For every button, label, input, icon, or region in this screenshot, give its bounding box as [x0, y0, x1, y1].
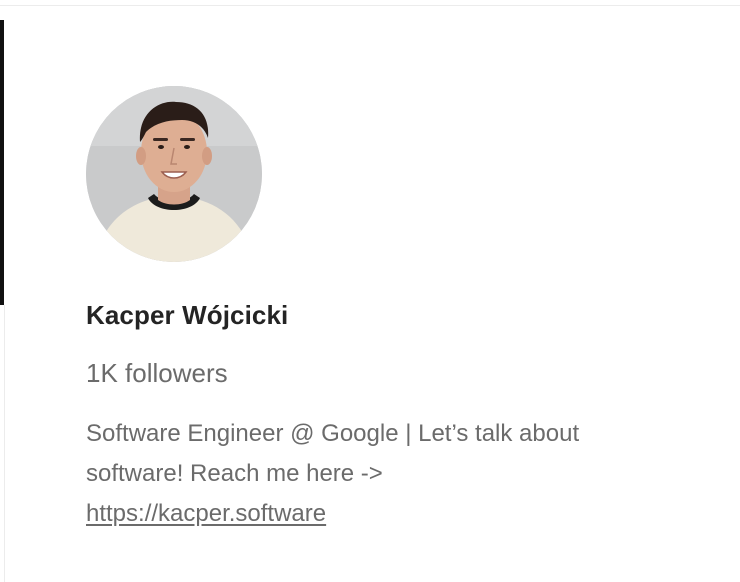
top-divider: [0, 5, 740, 6]
profile-bio: Software Engineer @ Google | Let’s talk …: [86, 414, 666, 534]
followers-count[interactable]: 1K followers: [86, 356, 686, 390]
profile-section: Kacper Wójcicki 1K followers Software En…: [86, 86, 686, 534]
bio-line-2: software! Reach me here ->: [86, 460, 383, 487]
profile-name[interactable]: Kacper Wójcicki: [86, 298, 686, 332]
bio-line-1: Software Engineer @ Google | Let’s talk …: [86, 420, 580, 447]
website-link[interactable]: https://kacper.software: [86, 500, 326, 527]
avatar[interactable]: [86, 86, 262, 262]
avatar-photo-icon: [86, 86, 262, 262]
left-divider: [4, 305, 5, 582]
left-accent-border: [0, 20, 4, 305]
profile-card: Kacper Wójcicki 1K followers Software En…: [0, 0, 740, 582]
